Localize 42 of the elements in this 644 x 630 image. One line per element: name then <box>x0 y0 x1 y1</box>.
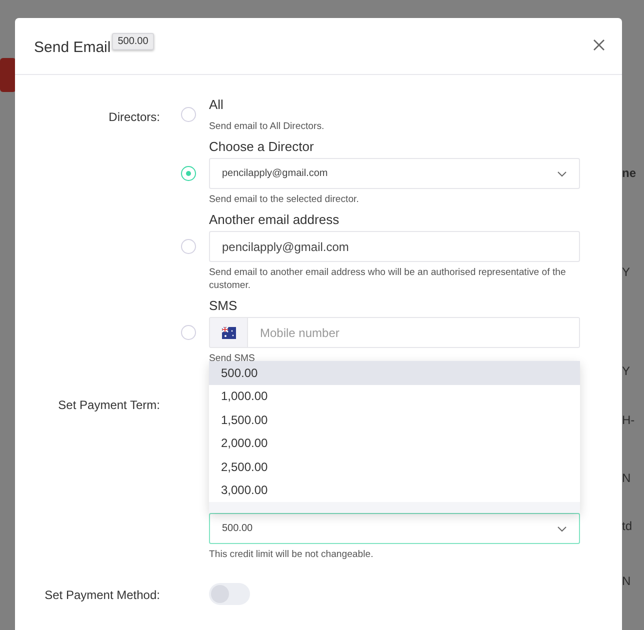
option-title: All <box>209 96 224 114</box>
field-label: Set Payment Method: <box>44 587 160 604</box>
background-text: ne <box>622 166 636 180</box>
option-hint: Send email to another email address who will be an authorised representative of the customer. <box>209 266 567 292</box>
toggle-switch[interactable] <box>209 583 250 605</box>
director-select[interactable]: pencilapply@gmail.com <box>209 158 580 189</box>
menu-item[interactable]: 1,500.00 <box>209 408 580 432</box>
menu-item[interactable]: 1,000.00 <box>209 384 580 408</box>
background-text: N <box>622 574 631 588</box>
option-title: Choose a Director <box>209 138 315 156</box>
radio-button[interactable] <box>181 325 196 340</box>
menu-item[interactable]: 2,000.00 <box>209 432 580 455</box>
menu-item[interactable]: 500.00 <box>209 361 580 384</box>
background-text: N <box>622 471 631 485</box>
mobile-number-field[interactable]: Mobile number <box>209 317 580 348</box>
dialog-title: Send Email <box>34 39 111 57</box>
payment-term-select[interactable]: 500.00 <box>209 513 580 544</box>
menu-item[interactable]: 2,500.00 <box>209 455 580 478</box>
email-input-field[interactable]: pencilapply@gmail.com <box>209 231 580 262</box>
select-value: 500.00 <box>222 523 253 534</box>
select-value: pencilapply@gmail.com <box>222 168 328 179</box>
background-text: H- <box>622 413 635 427</box>
background-text: td <box>622 519 632 533</box>
radio-button[interactable] <box>181 166 196 181</box>
close-button[interactable] <box>592 38 606 52</box>
field-label: Directors: <box>108 109 160 126</box>
option-title: Another email address <box>209 211 340 229</box>
background-text: Y <box>622 364 630 378</box>
button-edge <box>0 58 16 92</box>
field-hint: This credit limit will be not changeable. <box>209 548 374 561</box>
tooltip: 500.00 <box>112 33 154 50</box>
chevron-down-icon <box>557 526 567 532</box>
field-label: Set Payment Term: <box>58 397 160 414</box>
option-hint: Send email to All Directors. <box>209 120 326 133</box>
radio-button[interactable] <box>181 107 196 122</box>
option-title: SMS <box>209 297 238 315</box>
radio-button[interactable] <box>181 239 196 254</box>
option-hint: Send email to the selected director. <box>209 193 360 206</box>
menu-item[interactable]: 3,000.00 <box>209 478 580 502</box>
flag-icon <box>222 326 236 338</box>
chevron-down-icon <box>557 170 567 176</box>
background-text: Y <box>622 265 630 279</box>
